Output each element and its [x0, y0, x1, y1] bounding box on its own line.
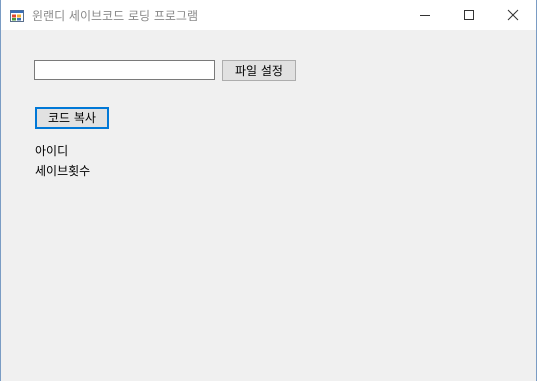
file-settings-button[interactable]: 파일 설정: [222, 60, 296, 81]
copy-code-button[interactable]: 코드 복사: [35, 107, 109, 129]
save-count-label: 세이브횟수: [35, 164, 91, 178]
close-button[interactable]: [490, 0, 536, 30]
minimize-button[interactable]: [402, 0, 448, 30]
maximize-button[interactable]: [446, 0, 492, 30]
file-path-input[interactable]: [34, 60, 215, 80]
title-bar[interactable]: 윈랜디 세이브코드 로딩 프로그램: [1, 0, 536, 30]
app-form-icon: [10, 8, 24, 22]
form-client-area: 파일 설정 코드 복사 아이디 세이브횟수: [1, 30, 536, 381]
window-title: 윈랜디 세이브코드 로딩 프로그램: [32, 9, 199, 23]
id-label: 아이디: [35, 144, 69, 158]
app-window: 윈랜디 세이브코드 로딩 프로그램 파일 설정 코드 복사 아이디 세이브횟수: [0, 0, 537, 381]
